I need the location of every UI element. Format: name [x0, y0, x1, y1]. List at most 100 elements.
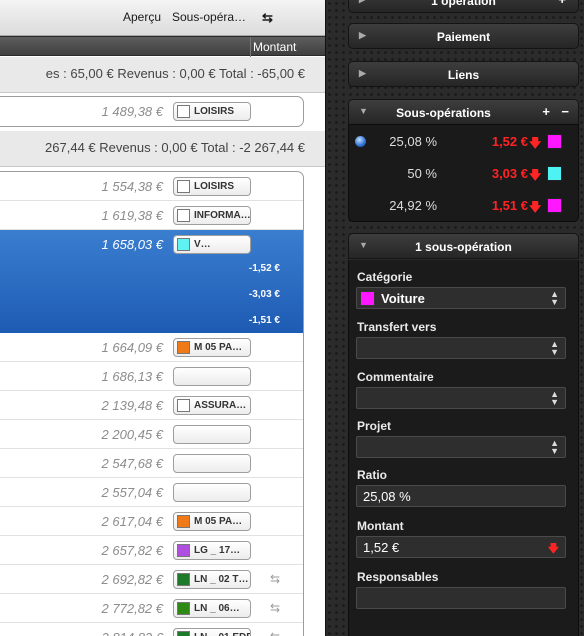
category-tag[interactable]: ASSURA…: [173, 396, 251, 415]
debit-arrow-icon: 🡇: [529, 168, 542, 182]
updown-arrows-icon: ▲ ▼: [550, 289, 559, 307]
transaction-row[interactable]: 1 489,38 € LOISIRS: [0, 97, 303, 126]
transaction-row[interactable]: 2 692,82 € LN _ 02 T… ⇆: [0, 565, 303, 594]
amount: 2 200,45 €: [101, 427, 163, 442]
transaction-row[interactable]: 1 664,09 € M 05 PA…: [0, 333, 303, 362]
transaction-row[interactable]: 2 200,45 €: [0, 420, 303, 449]
category-color-swatch: [177, 209, 190, 222]
transaction-row[interactable]: 1 619,38 € INFORMA…: [0, 201, 303, 230]
add-sub-operation-button[interactable]: +: [542, 104, 550, 119]
category-tag[interactable]: V…: [173, 235, 251, 254]
amount: 1 664,09 €: [101, 340, 163, 355]
category-label: LN _ 02 T…: [194, 574, 249, 585]
debit-arrow-icon: 🡇: [529, 200, 542, 214]
transaction-row[interactable]: 2 617,04 € M 05 PA…: [0, 507, 303, 536]
category-tag[interactable]: M 05 PA…: [173, 512, 251, 531]
category-tag[interactable]: [173, 454, 251, 473]
category-tag[interactable]: LG _ 17…: [173, 541, 251, 560]
amount: 2 139,48 €: [101, 398, 163, 413]
projet-label: Projet: [357, 419, 392, 433]
transaction-row[interactable]: 1 686,13 €: [0, 362, 303, 391]
swap-arrows-icon[interactable]: ⇆: [262, 10, 273, 26]
sub-operation-form: Catégorie Voiture ▲ ▼ Transfert vers ▲ ▼ C…: [348, 260, 579, 636]
transaction-row[interactable]: 2 814,82 € LN _ 01 EDF ⇆: [0, 623, 303, 636]
ratio-value: 25,08 %: [363, 489, 411, 504]
sub-operation-row[interactable]: 50 % 3,03 € 🡇: [349, 158, 580, 190]
split-amount: -3,03 €: [248, 289, 280, 300]
liens-section-title: Liens: [447, 68, 480, 82]
linked-transfer-icon[interactable]: ⇆: [270, 572, 280, 586]
column-divider: [250, 37, 251, 57]
category-label: LN _ 01 EDF: [194, 632, 250, 636]
amount: 1 554,38 €: [101, 179, 163, 194]
liens-section-header[interactable]: ▶ Liens: [348, 61, 579, 87]
transaction-row[interactable]: 2 139,48 € ASSURA…: [0, 391, 303, 420]
category-label: LG _ 17…: [194, 545, 241, 556]
selected-transaction-row[interactable]: 1 658,03 € V… -1,52 € -3,03 € -1,51 €: [0, 230, 303, 333]
sub-operation-amount: 3,03 €: [491, 166, 528, 181]
transaction-row[interactable]: 2 557,04 €: [0, 478, 303, 507]
projet-select[interactable]: ▲ ▼: [356, 436, 566, 458]
category-tag[interactable]: LN _ 06…: [173, 599, 251, 618]
amount: 1 658,03 €: [101, 237, 163, 252]
responsables-field[interactable]: [356, 587, 566, 609]
categorie-label: Catégorie: [357, 270, 413, 284]
split-amount: -1,52 €: [248, 263, 280, 274]
category-color-swatch: [177, 544, 190, 557]
category-tag[interactable]: M 05 PA…: [173, 338, 251, 357]
sub-operation-detail-header[interactable]: ▼ 1 sous-opération: [348, 233, 579, 259]
sous-operations-section-header[interactable]: ▼ Sous-opérations + −: [348, 99, 579, 125]
montant-field[interactable]: 1,52 € 🡇: [356, 536, 566, 558]
category-color-swatch: [177, 238, 190, 251]
linked-transfer-icon[interactable]: ⇆: [270, 630, 280, 636]
sub-operations-list: 25,08 % 1,52 € 🡇 50 % 3,03 € 🡇 24,92 % 1,51 € 🡇: [348, 124, 579, 222]
amount: 1 619,38 €: [101, 208, 163, 223]
category-tag[interactable]: [173, 367, 251, 386]
summary-text: 267,44 € Revenus : 0,00 € Total : -2 267…: [45, 140, 305, 155]
remove-sub-operation-button[interactable]: −: [561, 104, 569, 119]
add-icon[interactable]: +: [558, 0, 566, 7]
category-color-swatch: [177, 573, 190, 586]
amount: 1 686,13 €: [101, 369, 163, 384]
operation-section-header[interactable]: ▶ 1 opération +: [348, 0, 579, 13]
category-label: ASSURA…: [194, 400, 247, 411]
category-label: M 05 PA…: [194, 516, 243, 527]
category-color-swatch: [360, 291, 375, 306]
category-tag[interactable]: LOISIRS: [173, 102, 251, 121]
amount: 2 814,82 €: [102, 630, 163, 636]
sub-operation-row[interactable]: 24,92 % 1,51 € 🡇: [349, 190, 580, 222]
category-tag[interactable]: INFORMA…: [173, 206, 251, 225]
montant-label: Montant: [357, 519, 404, 533]
category-label: INFORMA…: [194, 210, 251, 221]
category-color-swatch: [177, 341, 190, 354]
transaction-row[interactable]: 2 772,82 € LN _ 06… ⇆: [0, 594, 303, 623]
transaction-row[interactable]: 1 554,38 € LOISIRS: [0, 172, 303, 201]
ratio-field[interactable]: 25,08 %: [356, 485, 566, 507]
category-tag[interactable]: LN _ 01 EDF: [173, 628, 251, 636]
categorie-value: Voiture: [381, 291, 425, 306]
category-tag[interactable]: [173, 425, 251, 444]
linked-transfer-icon[interactable]: ⇆: [270, 601, 280, 615]
apercu-button[interactable]: Aperçu: [123, 10, 161, 24]
updown-arrows-icon: ▲ ▼: [550, 438, 559, 456]
sous-operations-button[interactable]: Sous-opéra…: [172, 10, 246, 24]
category-tag[interactable]: LN _ 02 T…: [173, 570, 251, 589]
commentaire-select[interactable]: ▲ ▼: [356, 387, 566, 409]
category-label: LOISIRS: [194, 106, 235, 117]
transaction-row[interactable]: 2 657,82 € LG _ 17…: [0, 536, 303, 565]
toolbar: Aperçu Sous-opéra… ⇆: [0, 0, 325, 36]
transactions-pane: Aperçu Sous-opéra… ⇆ Montant es : 65,00 …: [0, 0, 325, 636]
montant-column-header[interactable]: Montant: [253, 40, 296, 54]
transaction-row[interactable]: 2 547,68 €: [0, 449, 303, 478]
categorie-select[interactable]: Voiture ▲ ▼: [356, 287, 566, 309]
category-label: LOISIRS: [194, 181, 235, 192]
paiement-section-header[interactable]: ▶ Paiement: [348, 23, 579, 49]
category-color-swatch: [547, 134, 562, 149]
transfert-select[interactable]: ▲ ▼: [356, 337, 566, 359]
category-tag[interactable]: LOISIRS: [173, 177, 251, 196]
sub-operation-row[interactable]: 25,08 % 1,52 € 🡇: [349, 126, 580, 158]
debit-arrow-icon: 🡇: [547, 543, 559, 555]
transfert-label: Transfert vers: [357, 320, 437, 334]
paiement-section-title: Paiement: [436, 30, 491, 44]
category-tag[interactable]: [173, 483, 251, 502]
